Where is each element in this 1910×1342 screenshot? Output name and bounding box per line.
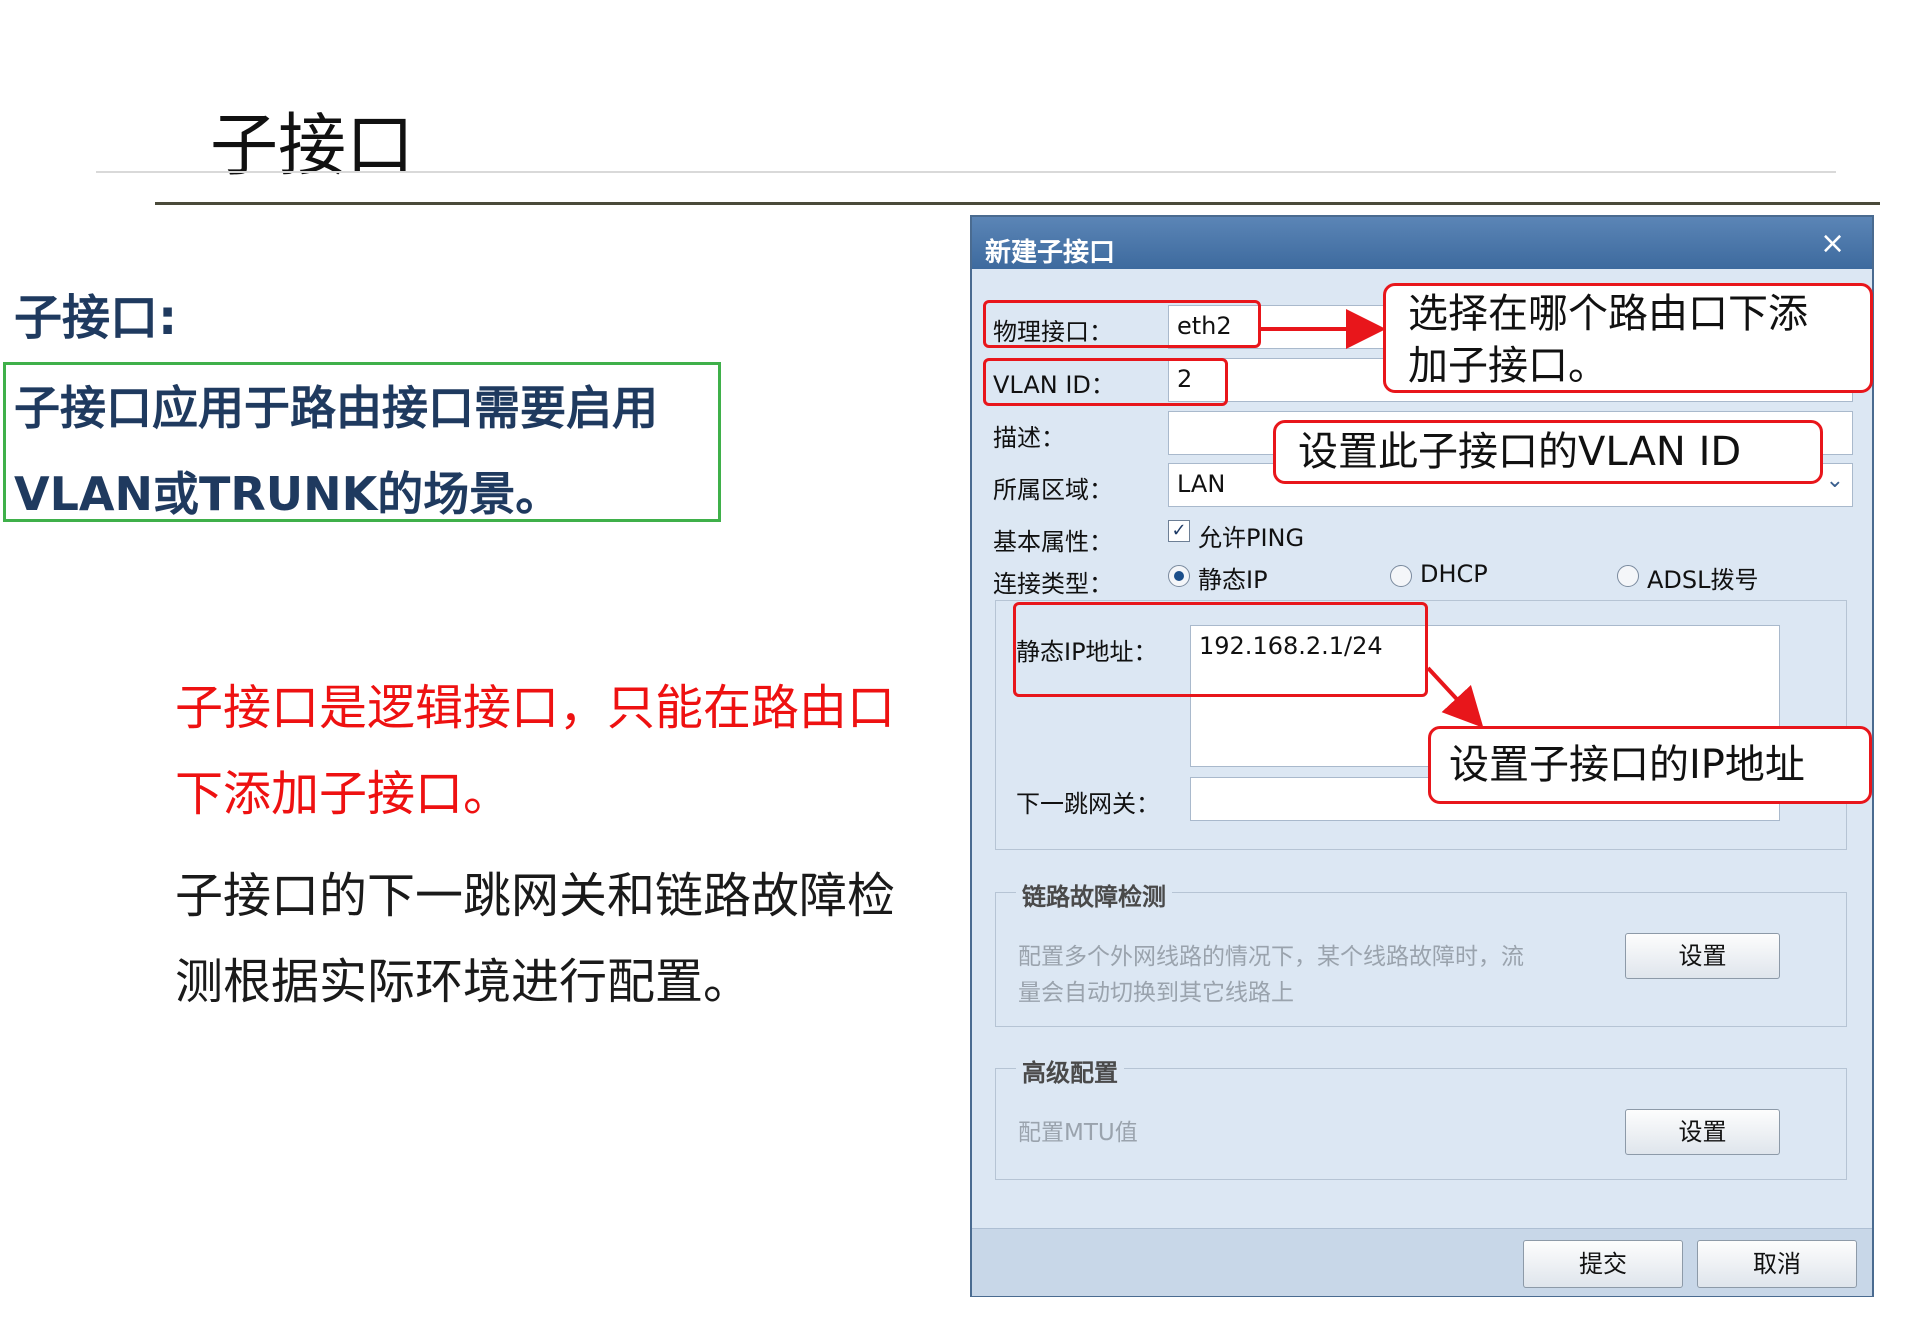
annotation-arrows xyxy=(1261,309,1484,728)
arrow-static-ip xyxy=(1426,666,1484,728)
